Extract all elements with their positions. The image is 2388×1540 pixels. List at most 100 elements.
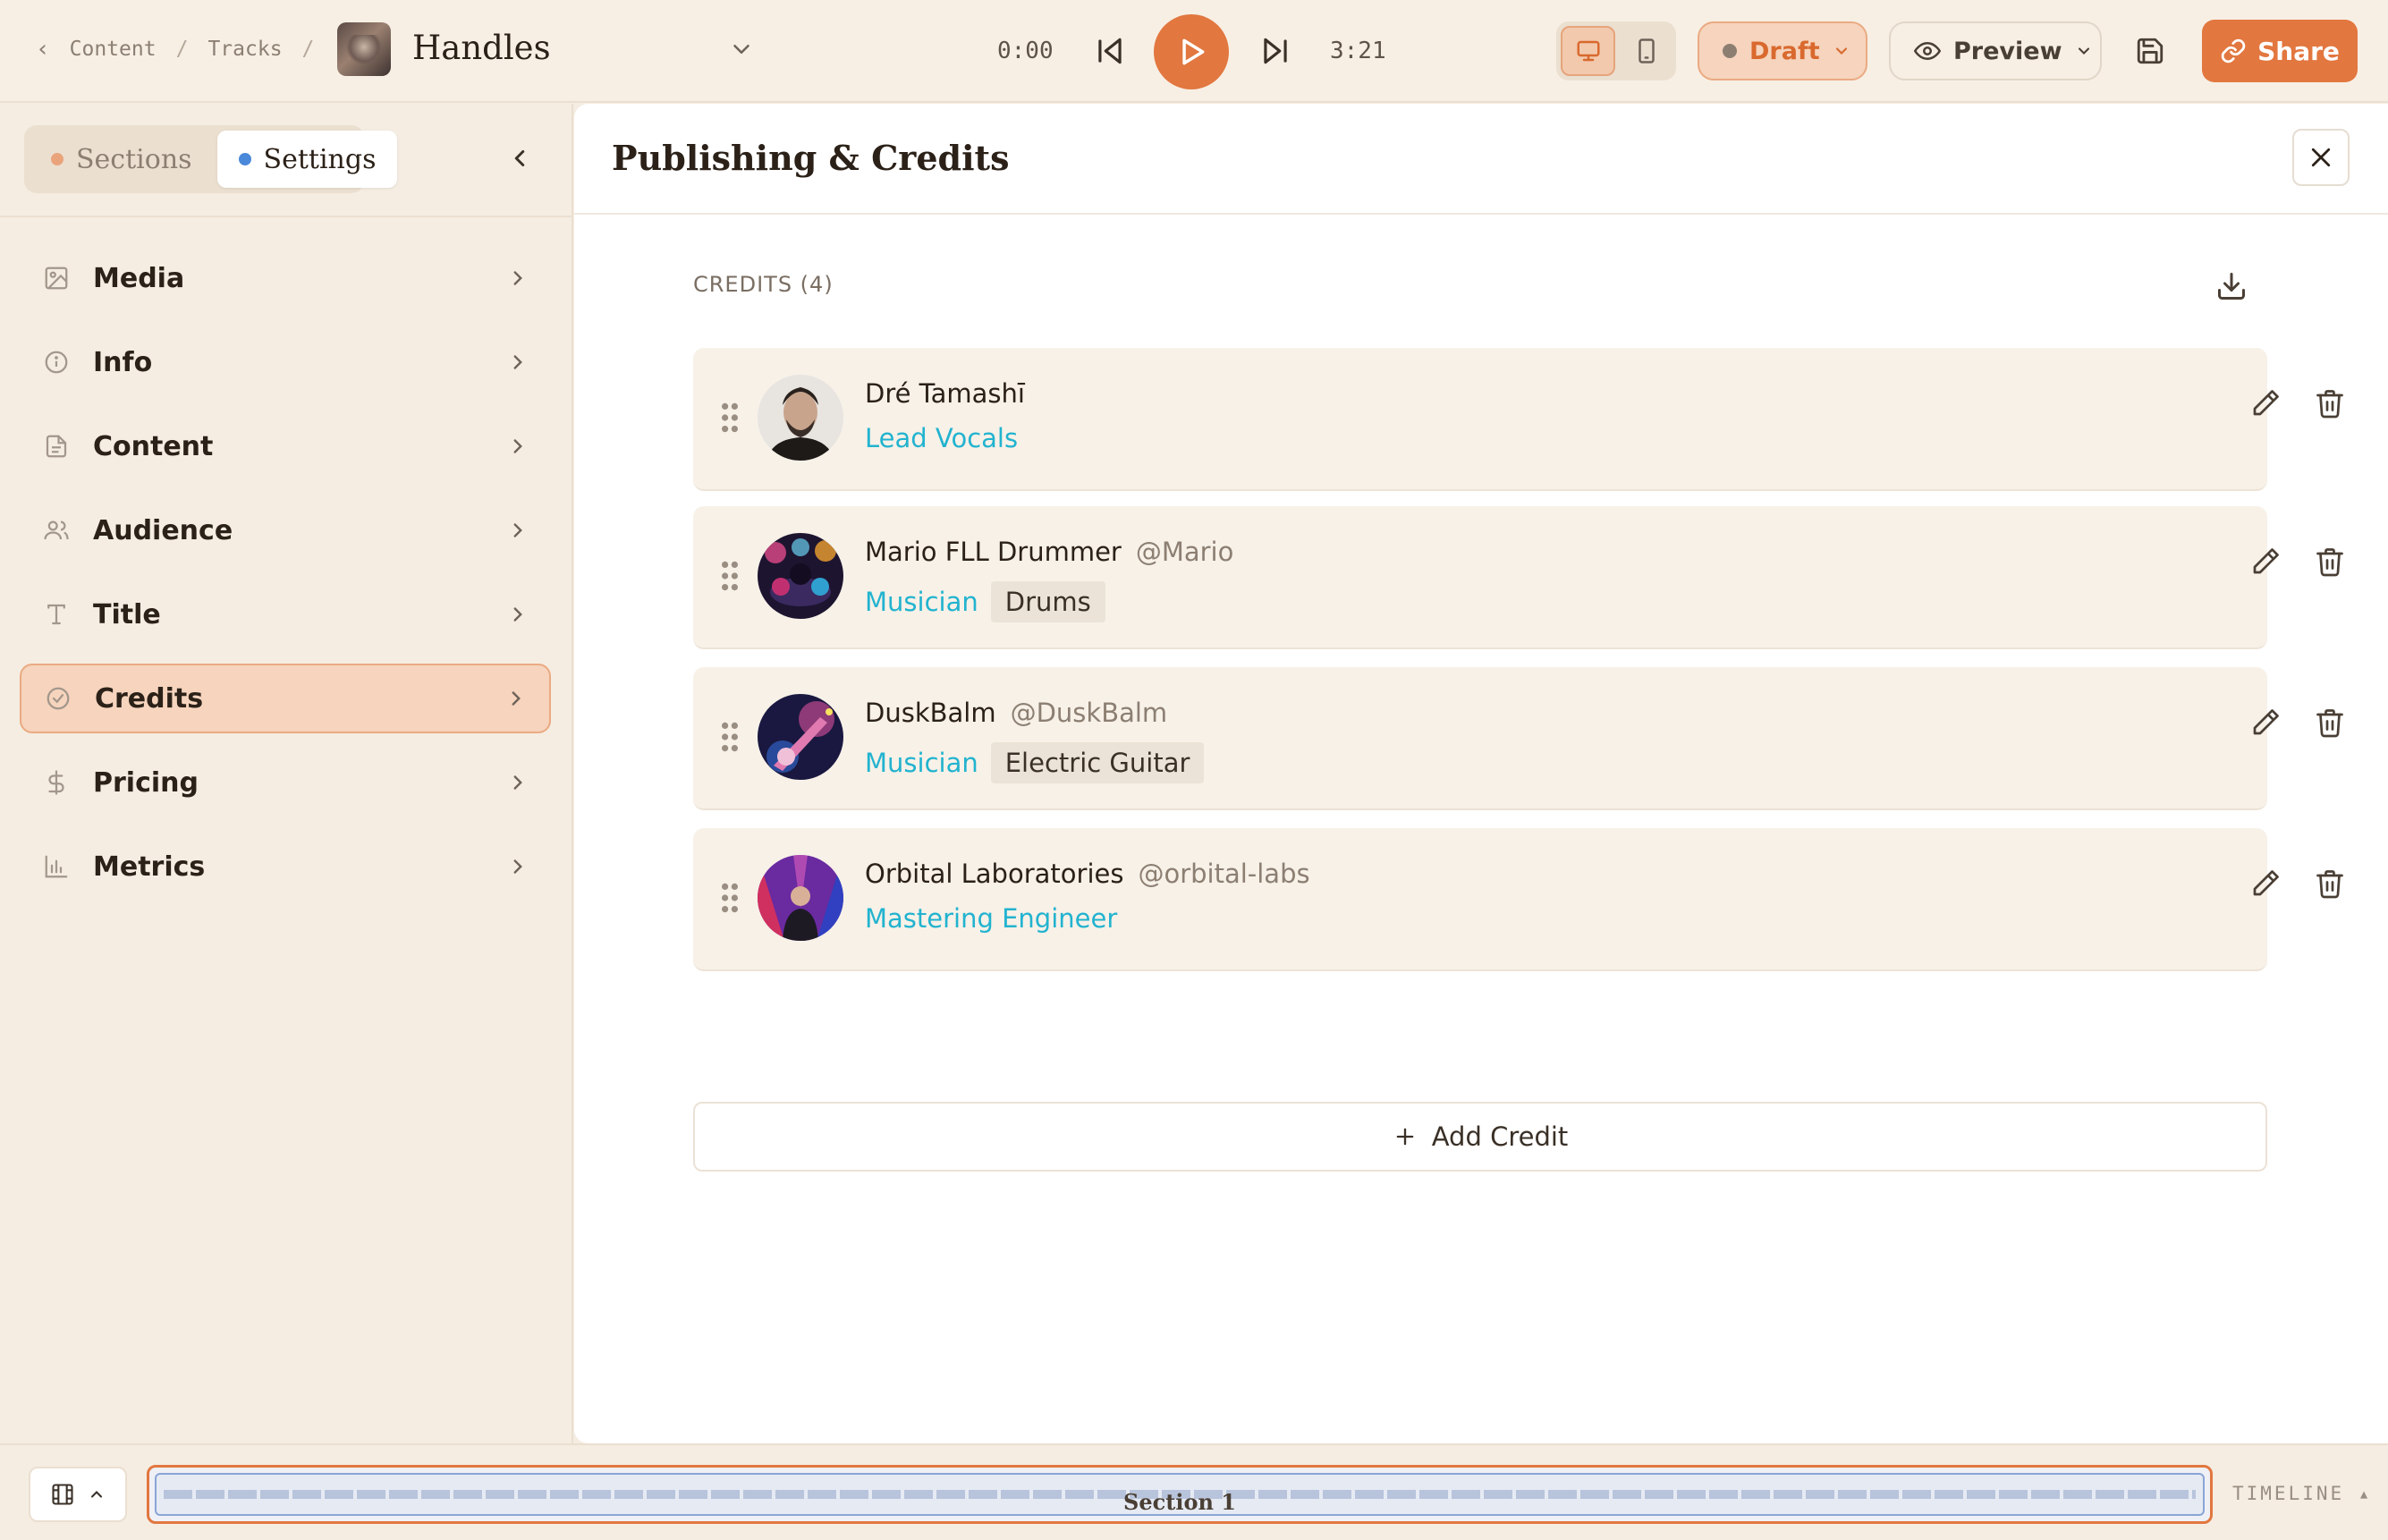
- chevron-down-icon: [2078, 47, 2089, 55]
- tab-sections[interactable]: Sections: [30, 131, 214, 188]
- credit-row: Mario FLL Drummer @Mario Musician Drums: [693, 506, 2343, 649]
- timeline-track[interactable]: Section 1: [147, 1465, 2213, 1524]
- info-icon: [41, 347, 72, 377]
- sidebar-item-label: Info: [93, 346, 153, 378]
- credit-name: DuskBalm @DuskBalm: [865, 698, 1167, 728]
- avatar: [758, 375, 843, 461]
- trash-icon[interactable]: [2314, 867, 2346, 900]
- collapse-sidebar-icon[interactable]: [506, 145, 533, 172]
- sidebar-item-title[interactable]: Title: [20, 580, 551, 649]
- credit-row: Orbital Laboratories @orbital-labs Master…: [693, 828, 2343, 971]
- timeline-label[interactable]: TIMELINE ▴: [2232, 1483, 2372, 1504]
- top-bar: ‹ Content / Tracks / Handles 0:00 3:21 D…: [0, 0, 2388, 103]
- sidebar-item-metrics[interactable]: Metrics: [20, 832, 551, 901]
- save-icon[interactable]: [2135, 36, 2165, 66]
- share-label: Share: [2257, 36, 2340, 66]
- badge-check-icon: [43, 683, 73, 714]
- credit-role: Musician: [865, 748, 978, 778]
- avatar: [758, 694, 843, 780]
- sidebar-item-label: Media: [93, 262, 185, 294]
- smartphone-icon: [1638, 38, 1655, 63]
- track-artwork: [337, 22, 391, 76]
- trash-icon[interactable]: [2314, 546, 2346, 578]
- document-icon: [41, 431, 72, 461]
- breadcrumb-tracks[interactable]: Tracks: [207, 38, 282, 61]
- add-credit-button[interactable]: Add Credit: [693, 1102, 2267, 1172]
- link-icon: [2221, 38, 2246, 63]
- sidebar: Sections Settings Media Info Content Aud…: [0, 104, 573, 1443]
- section-label: Section 1: [1123, 1489, 1236, 1515]
- back-chevron-icon[interactable]: ‹: [36, 36, 50, 63]
- skip-forward-icon[interactable]: [1258, 34, 1292, 68]
- status-dropdown[interactable]: Draft: [1698, 21, 1867, 80]
- status-label: Draft: [1749, 37, 1820, 65]
- credits-heading: CREDITS (4): [693, 272, 834, 297]
- monitor-icon: [1577, 40, 1599, 62]
- chevron-right-icon: [513, 859, 522, 874]
- breadcrumb-content[interactable]: Content: [70, 38, 157, 61]
- chevron-down-icon[interactable]: [728, 36, 755, 63]
- credit-name-text: Orbital Laboratories: [865, 859, 1124, 889]
- drag-handle-icon[interactable]: [720, 721, 740, 753]
- credit-name: Dré Tamashī: [865, 378, 1025, 409]
- credit-name: Mario FLL Drummer @Mario: [865, 537, 1233, 567]
- tab-label: Sections: [76, 143, 192, 175]
- sidebar-item-label: Content: [93, 430, 214, 462]
- pencil-icon[interactable]: [2249, 707, 2282, 739]
- sidebar-item-credits[interactable]: Credits: [20, 664, 551, 733]
- pencil-icon[interactable]: [2249, 387, 2282, 419]
- divider: [574, 213, 2388, 215]
- sidebar-item-info[interactable]: Info: [20, 327, 551, 397]
- divider: [0, 216, 573, 217]
- desktop-view-button[interactable]: [1561, 26, 1615, 76]
- close-icon: [2311, 148, 2331, 167]
- skip-back-icon[interactable]: [1093, 34, 1127, 68]
- current-time: 0:00: [997, 38, 1054, 64]
- film-icon: [52, 1484, 73, 1505]
- pencil-icon[interactable]: [2249, 867, 2282, 900]
- sidebar-item-label: Title: [93, 598, 161, 630]
- credit-roles: Musician Drums: [865, 581, 1105, 622]
- share-button[interactable]: Share: [2202, 20, 2358, 82]
- breadcrumb-separator: /: [175, 38, 189, 61]
- sidebar-item-label: Metrics: [93, 850, 206, 883]
- chevron-right-icon: [512, 691, 521, 706]
- drag-handle-icon[interactable]: [720, 402, 740, 434]
- eye-icon: [1914, 41, 1941, 61]
- sidebar-item-content[interactable]: Content: [20, 411, 551, 481]
- credit-row: Dré Tamashī Lead Vocals: [693, 348, 2343, 491]
- close-button[interactable]: [2292, 129, 2350, 186]
- users-icon: [41, 515, 72, 546]
- chevron-right-icon: [513, 523, 522, 537]
- sidebar-item-label: Pricing: [93, 766, 199, 799]
- add-credit-label: Add Credit: [1431, 1121, 1569, 1152]
- timeline-bar: Section 1 TIMELINE ▴: [0, 1443, 2388, 1540]
- drag-handle-icon[interactable]: [720, 560, 740, 592]
- image-icon: [41, 263, 72, 293]
- chevron-up-icon: [90, 1491, 103, 1498]
- settings-nav: Media Info Content Audience Title Credit…: [20, 243, 551, 916]
- preview-dropdown[interactable]: Preview: [1889, 21, 2102, 80]
- credit-roles: Mastering Engineer: [865, 903, 1117, 934]
- tab-dot: [238, 153, 251, 165]
- sidebar-item-audience[interactable]: Audience: [20, 495, 551, 565]
- sidebar-item-label: Credits: [95, 682, 204, 715]
- sidebar-item-media[interactable]: Media: [20, 243, 551, 313]
- total-time: 3:21: [1330, 38, 1386, 64]
- trash-icon[interactable]: [2314, 707, 2346, 739]
- track-title: Handles: [412, 29, 551, 67]
- sidebar-item-pricing[interactable]: Pricing: [20, 748, 551, 817]
- timeline-toggle-button[interactable]: [29, 1467, 127, 1522]
- mobile-view-button[interactable]: [1621, 26, 1672, 76]
- credit-role-tag: Drums: [990, 581, 1105, 622]
- tab-settings[interactable]: Settings: [216, 131, 398, 188]
- drag-handle-icon[interactable]: [720, 882, 740, 914]
- plus-icon: [1396, 1128, 1414, 1146]
- trash-icon[interactable]: [2314, 387, 2346, 419]
- chevron-right-icon: [513, 355, 522, 369]
- download-icon[interactable]: [2215, 270, 2248, 302]
- play-button[interactable]: [1154, 14, 1229, 89]
- pencil-icon[interactable]: [2249, 546, 2282, 578]
- timeline-section[interactable]: Section 1: [155, 1473, 2205, 1516]
- chevron-right-icon: [513, 775, 522, 790]
